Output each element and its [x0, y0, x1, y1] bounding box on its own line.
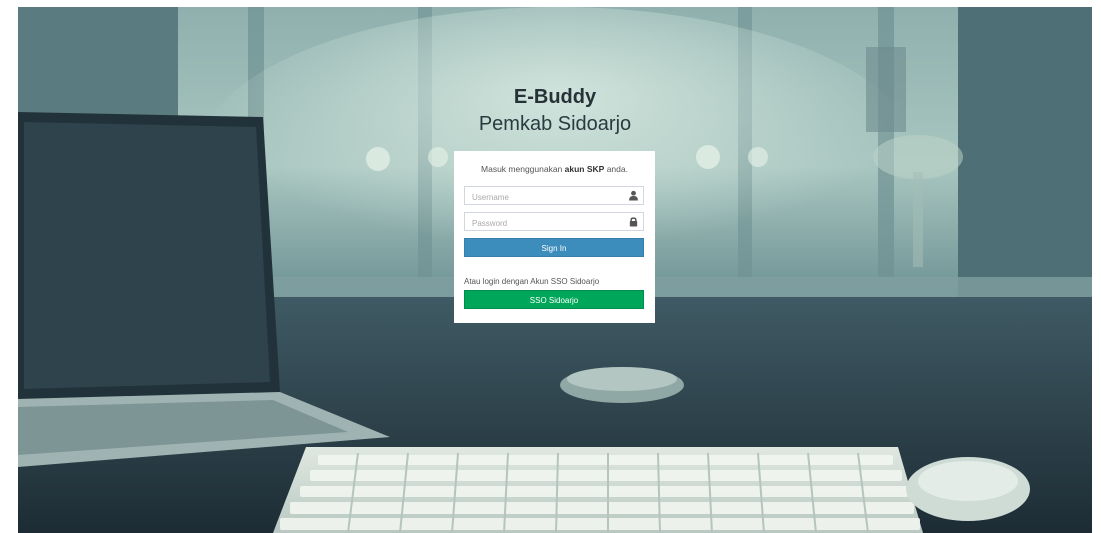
user-icon	[629, 190, 638, 201]
login-message-suffix: anda.	[604, 164, 628, 174]
login-message-prefix: Masuk menggunakan	[481, 164, 565, 174]
username-field	[464, 186, 644, 206]
app-subtitle: Pemkab Sidoarjo	[478, 113, 632, 135]
sign-in-button[interactable]: Sign In	[464, 238, 644, 257]
login-box: Masuk menggunakan akun SKP anda. Sign In…	[454, 151, 655, 323]
password-field	[464, 212, 644, 232]
password-input[interactable]	[465, 215, 622, 232]
background-frame: E-Buddy Pemkab Sidoarjo Masuk menggunaka…	[18, 7, 1092, 533]
app-title: E-Buddy	[513, 86, 597, 108]
lock-icon	[629, 217, 638, 227]
login-message-bold: akun SKP	[564, 164, 605, 174]
sso-sidoarjo-button[interactable]: SSO Sidoarjo	[464, 290, 644, 309]
login-message: Masuk menggunakan akun SKP anda.	[464, 163, 645, 175]
username-input[interactable]	[465, 189, 622, 206]
sso-alternative-text: Atau login dengan Akun SSO Sidoarjo	[464, 277, 600, 286]
